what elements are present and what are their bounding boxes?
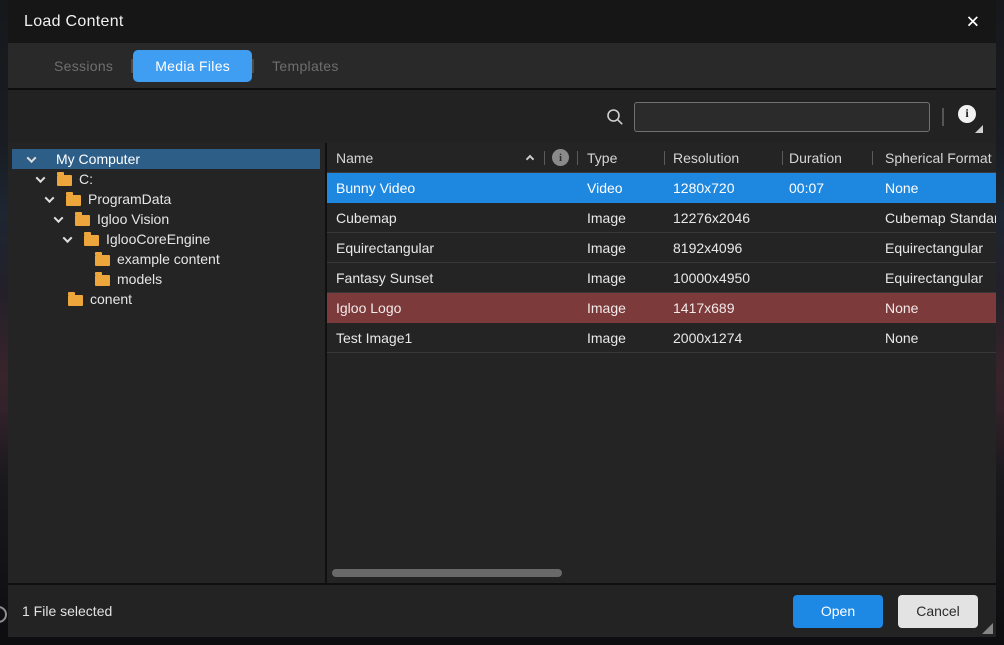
- info-button[interactable]: i: [956, 104, 982, 130]
- cell-name: Bunny Video: [336, 173, 415, 203]
- column-info-icon[interactable]: i: [552, 149, 569, 166]
- tree-item-label: C:: [79, 171, 93, 187]
- tree-item-igloocoreengine[interactable]: IglooCoreEngine: [12, 229, 320, 249]
- cancel-button[interactable]: Cancel: [898, 595, 978, 628]
- selection-status: 1 File selected: [22, 603, 793, 619]
- table-row-fantasy-sunset[interactable]: Fantasy Sunset Image 10000x4950 Equirectang…: [327, 263, 996, 293]
- cell-name: Fantasy Sunset: [336, 263, 433, 293]
- search-separator: [942, 108, 944, 126]
- cell-resolution: 10000x4950: [673, 263, 750, 293]
- table-body: Bunny VideoVideo1280x72000:07NoneCubemap…: [327, 173, 996, 353]
- column-header-type[interactable]: Type: [587, 143, 617, 173]
- cell-type: Image: [587, 263, 626, 293]
- tree-item-my-computer[interactable]: My Computer: [12, 149, 320, 169]
- tree-item-label: example content: [117, 251, 220, 267]
- cell-resolution: 1417x689: [673, 293, 735, 323]
- table-row-test-image1[interactable]: Test Image1 Image 2000x1274 None: [327, 323, 996, 353]
- cell-type: Image: [587, 293, 626, 323]
- folder-icon: [95, 275, 110, 286]
- column-header-resolution[interactable]: Resolution: [673, 143, 739, 173]
- search-row: i: [8, 90, 996, 143]
- info-icon: i: [958, 105, 976, 123]
- tree-item-label: Igloo Vision: [97, 211, 169, 227]
- column-divider: [782, 151, 783, 165]
- folder-icon: [75, 215, 90, 226]
- tree-item-label: My Computer: [56, 151, 140, 167]
- column-header-duration[interactable]: Duration: [789, 143, 842, 173]
- cell-spherical-format: Equirectangular: [885, 263, 983, 293]
- folder-tree: My Computer C: ProgramData Igloo Vision Iglo…: [8, 143, 327, 583]
- cell-resolution: 8192x4096: [673, 233, 742, 263]
- horizontal-scrollbar[interactable]: [327, 568, 996, 583]
- table-header: Name i Type Resolution Duration Spherica…: [327, 143, 996, 173]
- table-row-igloo-logo[interactable]: Igloo Logo Image 1417x689 None: [327, 293, 996, 323]
- table-row-bunny-video[interactable]: Bunny Video Video 1280x720 00:07 None: [327, 173, 996, 203]
- folder-icon: [68, 295, 83, 306]
- tree-item-label: IglooCoreEngine: [106, 231, 210, 247]
- folder-icon: [57, 175, 72, 186]
- cell-spherical-format: None: [885, 323, 918, 353]
- cell-spherical-format: None: [885, 293, 918, 323]
- dropdown-corner-icon: [975, 125, 983, 133]
- resize-handle-icon[interactable]: [982, 623, 993, 634]
- cell-resolution: 1280x720: [673, 173, 735, 203]
- column-divider: [872, 151, 873, 165]
- close-icon[interactable]: ✕: [966, 13, 980, 30]
- cell-duration: 00:07: [789, 173, 824, 203]
- tree-item-example-content[interactable]: example content: [12, 249, 320, 269]
- tree-item-models[interactable]: models: [12, 269, 320, 289]
- dialog-title: Load Content: [24, 13, 124, 31]
- dialog-content: My Computer C: ProgramData Igloo Vision Iglo…: [8, 143, 996, 585]
- chevron-down-icon[interactable]: [54, 213, 64, 223]
- tab-sessions[interactable]: Sessions: [36, 50, 131, 82]
- tab-media-files[interactable]: Media Files: [133, 50, 252, 82]
- table-row-cubemap[interactable]: Cubemap Image 12276x2046 Cubemap Standard: [327, 203, 996, 233]
- file-table: Name i Type Resolution Duration Spherica…: [327, 143, 996, 583]
- column-header-name[interactable]: Name: [336, 143, 373, 173]
- cell-name: Cubemap: [336, 203, 397, 233]
- chevron-down-icon[interactable]: [45, 193, 55, 203]
- cell-resolution: 2000x1274: [673, 323, 742, 353]
- search-input[interactable]: [634, 102, 930, 132]
- chevron-down-icon[interactable]: [27, 153, 37, 163]
- folder-icon: [84, 235, 99, 246]
- tree-item-conent[interactable]: conent: [12, 289, 320, 309]
- column-divider: [577, 151, 578, 165]
- tree-item-label: ProgramData: [88, 191, 171, 207]
- dialog-titlebar: Load Content ✕: [8, 0, 996, 43]
- folder-icon: [95, 255, 110, 266]
- column-divider: [664, 151, 665, 165]
- load-content-dialog: Load Content ✕ Sessions Media Files Temp…: [8, 0, 996, 637]
- background-circle-icon: [0, 606, 7, 623]
- cell-type: Image: [587, 323, 626, 353]
- column-header-spherical-format[interactable]: Spherical Format: [885, 143, 992, 173]
- tree-item-label: conent: [90, 291, 132, 307]
- folder-icon: [66, 195, 81, 206]
- cell-name: Igloo Logo: [336, 293, 401, 323]
- tab-templates[interactable]: Templates: [254, 50, 357, 82]
- tabs-bar: Sessions Media Files Templates: [8, 43, 996, 90]
- tree-item-c[interactable]: C:: [12, 169, 320, 189]
- chevron-down-icon[interactable]: [63, 233, 73, 243]
- cell-name: Equirectangular: [336, 233, 434, 263]
- cell-spherical-format: Cubemap Standard: [885, 203, 996, 233]
- tree-item-igloo-vision[interactable]: Igloo Vision: [12, 209, 320, 229]
- table-row-equirectangular[interactable]: Equirectangular Image 8192x4096 Equirectang…: [327, 233, 996, 263]
- cell-type: Image: [587, 203, 626, 233]
- dialog-footer: 1 File selected Open Cancel: [8, 585, 996, 637]
- cell-resolution: 12276x2046: [673, 203, 750, 233]
- chevron-down-icon[interactable]: [36, 173, 46, 183]
- scrollbar-thumb[interactable]: [332, 569, 562, 577]
- sort-ascending-icon[interactable]: [526, 155, 534, 163]
- open-button[interactable]: Open: [793, 595, 883, 628]
- tree-item-label: models: [117, 271, 162, 287]
- cell-type: Video: [587, 173, 623, 203]
- column-divider: [544, 151, 545, 165]
- cell-type: Image: [587, 233, 626, 263]
- search-icon: [605, 107, 625, 127]
- cell-spherical-format: Equirectangular: [885, 233, 983, 263]
- cell-name: Test Image1: [336, 323, 412, 353]
- cell-spherical-format: None: [885, 173, 918, 203]
- tree-item-programdata[interactable]: ProgramData: [12, 189, 320, 209]
